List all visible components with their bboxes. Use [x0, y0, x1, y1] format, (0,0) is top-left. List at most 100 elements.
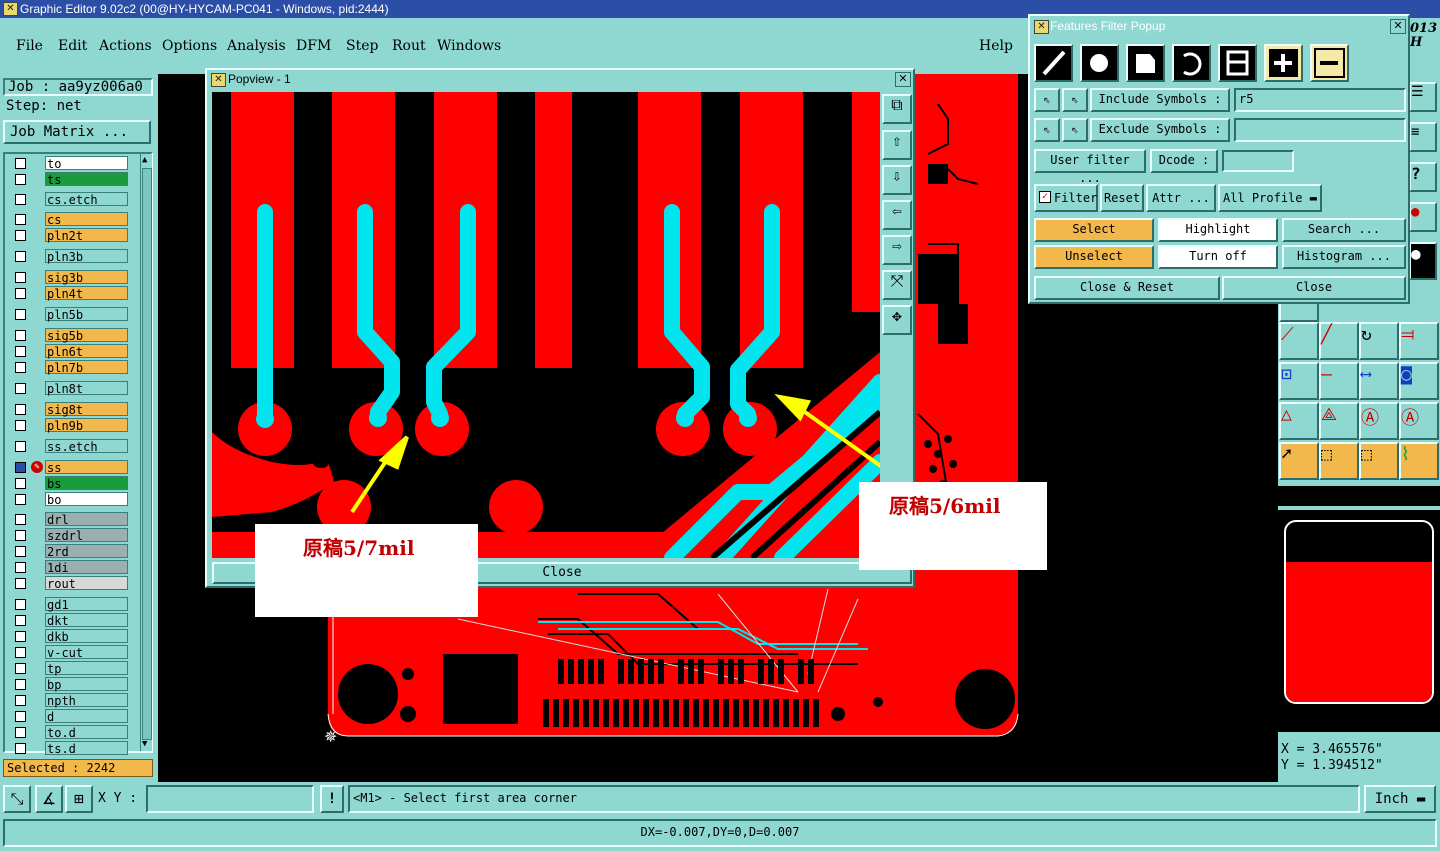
rt-help-icon[interactable]: ?: [1409, 162, 1437, 192]
unselect-button[interactable]: Unselect: [1034, 245, 1154, 269]
layer-checkbox[interactable]: [15, 663, 26, 674]
layer-row[interactable]: bp: [12, 677, 130, 692]
layer-checkbox[interactable]: [15, 727, 26, 738]
layer-name[interactable]: pln8t: [45, 381, 128, 396]
layer-name[interactable]: ts.d: [45, 741, 128, 756]
layer-row[interactable]: pln9b: [12, 418, 130, 433]
layer-name[interactable]: cs.etch: [45, 192, 128, 207]
layer-checkbox[interactable]: [15, 615, 26, 626]
layer-name[interactable]: to: [45, 156, 128, 171]
rt-a2-icon[interactable]: Ⓐ: [1399, 402, 1439, 440]
units-select[interactable]: Inch ▬: [1364, 785, 1436, 813]
warning-icon[interactable]: !: [320, 785, 344, 813]
exclude-symbols-label[interactable]: Exclude Symbols :: [1090, 118, 1230, 142]
layer-checkbox[interactable]: [15, 546, 26, 557]
layer-checkbox[interactable]: [15, 743, 26, 754]
layer-name[interactable]: sig5b: [45, 328, 128, 343]
highlight-button[interactable]: Highlight: [1158, 218, 1278, 242]
menu-options[interactable]: Options: [162, 38, 217, 54]
menu-step[interactable]: Step: [346, 38, 378, 54]
layer-row[interactable]: sig3b: [12, 270, 130, 285]
rt-text-icon[interactable]: ⫤: [1399, 322, 1439, 360]
layer-name[interactable]: bo: [45, 492, 128, 507]
rt-route-icon[interactable]: ⌇: [1399, 442, 1439, 480]
layer-name[interactable]: rout: [45, 576, 128, 591]
layer-checkbox[interactable]: [15, 362, 26, 373]
layer-name[interactable]: to.d: [45, 725, 128, 740]
include-pick-2-icon[interactable]: ⇖: [1062, 88, 1088, 112]
layer-checkbox[interactable]: [15, 494, 26, 505]
layer-checkbox[interactable]: [15, 599, 26, 610]
layer-name[interactable]: pln9b: [45, 418, 128, 433]
layer-row[interactable]: pln7b: [12, 360, 130, 375]
layer-checkbox[interactable]: [15, 330, 26, 341]
layer-row[interactable]: bo: [12, 492, 130, 507]
layer-name[interactable]: pln2t: [45, 228, 128, 243]
layer-name[interactable]: pln7b: [45, 360, 128, 375]
layer-checkbox[interactable]: [15, 404, 26, 415]
attr-button[interactable]: Attr ...: [1146, 184, 1216, 212]
layer-name[interactable]: gd1: [45, 597, 128, 612]
rt-line-icon[interactable]: ╱: [1319, 322, 1359, 360]
user-filter-button[interactable]: User filter ...: [1034, 149, 1146, 185]
search-button[interactable]: Search ...: [1282, 218, 1406, 242]
layer-name[interactable]: pln4t: [45, 286, 128, 301]
include-symbols-input[interactable]: r5: [1234, 88, 1406, 112]
layer-name[interactable]: v-cut: [45, 645, 128, 660]
close-reset-button[interactable]: Close & Reset: [1034, 276, 1220, 300]
filter-toggle[interactable]: ✓ Filter: [1034, 184, 1098, 212]
layer-row[interactable]: gd1: [12, 597, 130, 612]
layer-name[interactable]: bp: [45, 677, 128, 692]
layer-checkbox[interactable]: [15, 441, 26, 452]
layer-row[interactable]: ts.d: [12, 741, 130, 756]
layer-row[interactable]: drl: [12, 512, 130, 527]
exclude-pick-2-icon[interactable]: ⇖: [1062, 118, 1088, 142]
include-symbols-label[interactable]: Include Symbols :: [1090, 88, 1230, 112]
include-pick-icon[interactable]: ⇖: [1034, 88, 1060, 112]
rt-shape-icon[interactable]: ◙: [1399, 362, 1439, 400]
layer-name[interactable]: npth: [45, 693, 128, 708]
layer-row[interactable]: 1di: [12, 560, 130, 575]
menu-help[interactable]: Help: [979, 38, 1013, 54]
layer-checkbox[interactable]: [15, 251, 26, 262]
turn-off-button[interactable]: Turn off: [1158, 245, 1278, 269]
layer-checkbox[interactable]: [15, 679, 26, 690]
layer-checkbox[interactable]: [15, 288, 26, 299]
filter-checkbox-icon[interactable]: ✓: [1039, 191, 1051, 203]
sym-pad-icon[interactable]: [1080, 44, 1119, 82]
menu-file[interactable]: File: [16, 38, 43, 54]
layer-row[interactable]: pln8t: [12, 381, 130, 396]
layer-row[interactable]: dkt: [12, 613, 130, 628]
layer-checkbox[interactable]: [15, 711, 26, 722]
layer-checkbox[interactable]: [15, 383, 26, 394]
layer-name[interactable]: bs: [45, 476, 128, 491]
layer-checkbox[interactable]: [15, 158, 26, 169]
menu-analysis[interactable]: Analysis: [227, 38, 286, 54]
layer-name[interactable]: sig3b: [45, 270, 128, 285]
layer-row[interactable]: ss.etch: [12, 439, 130, 454]
menu-actions[interactable]: Actions: [99, 38, 152, 54]
layer-row[interactable]: cs: [12, 212, 130, 227]
layer-checkbox[interactable]: [15, 478, 26, 489]
layer-checkbox[interactable]: [15, 647, 26, 658]
layer-checkbox[interactable]: [15, 194, 26, 205]
menu-windows[interactable]: Windows: [437, 38, 501, 54]
layer-row[interactable]: tp: [12, 661, 130, 676]
sym-negative-icon[interactable]: [1310, 44, 1349, 82]
layer-checkbox[interactable]: [15, 174, 26, 185]
rt-pointer-box-icon[interactable]: ⬚: [1319, 442, 1359, 480]
layer-name[interactable]: pln3b: [45, 249, 128, 264]
exclude-symbols-input[interactable]: [1234, 118, 1406, 142]
rt-cut-icon[interactable]: —: [1319, 362, 1359, 400]
layer-row[interactable]: pln2t: [12, 228, 130, 243]
layer-checkbox[interactable]: [15, 578, 26, 589]
rt-list-icon[interactable]: ☰: [1409, 82, 1437, 112]
layer-row[interactable]: sig8t: [12, 402, 130, 417]
rt-a-icon[interactable]: Ⓐ: [1359, 402, 1399, 440]
layer-checkbox[interactable]: [15, 214, 26, 225]
layer-name[interactable]: drl: [45, 512, 128, 527]
layer-row[interactable]: pln6t: [12, 344, 130, 359]
layer-scrollbar[interactable]: ▲ ▼: [140, 154, 152, 751]
job-matrix-button[interactable]: Job Matrix ...: [3, 120, 151, 144]
layer-row[interactable]: ts: [12, 172, 130, 187]
